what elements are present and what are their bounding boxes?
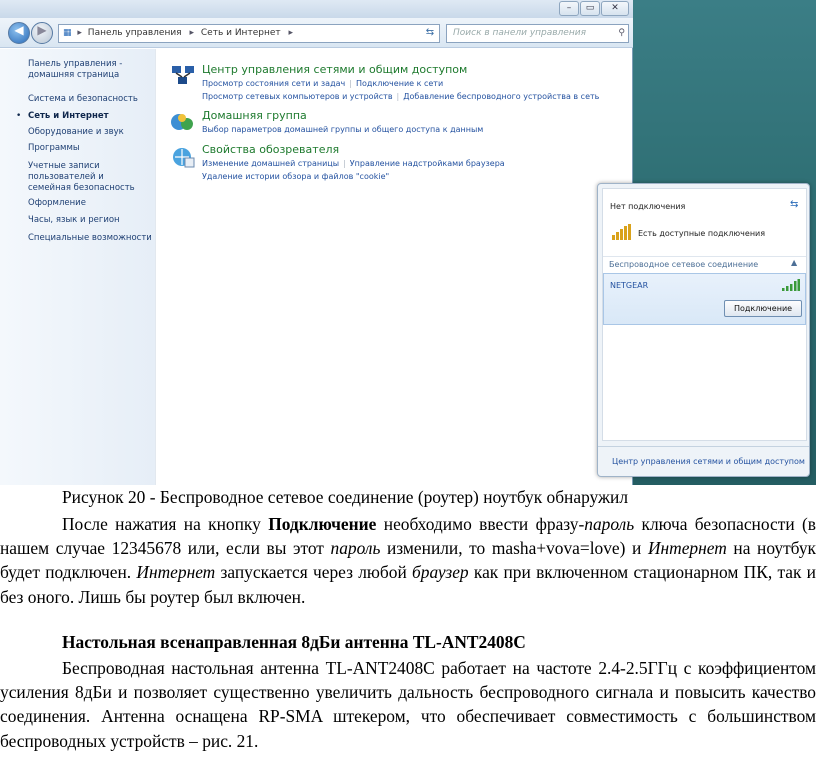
refresh-networks-icon[interactable]: ⇆ <box>790 199 798 210</box>
address-bar[interactable]: ▦ ▸ Панель управления ▸ Сеть и Интернет … <box>58 24 440 43</box>
content-pane: Центр управления сетями и общим доступом… <box>160 49 630 485</box>
sidebar-item-hardware[interactable]: Оборудование и звук <box>28 127 152 138</box>
sidebar-item-home[interactable]: Панель управления - домашняя страница <box>28 59 152 81</box>
minimize-icon[interactable]: – <box>559 1 579 16</box>
homegroup-icon <box>171 114 193 130</box>
paragraph-1-run: запускается через любой <box>215 562 413 583</box>
sidebar-item-accounts[interactable]: Учетные записи пользователей и семейная … <box>28 161 146 194</box>
paragraph-2: Беспроводная настольная антенна TL-ANT24… <box>0 656 816 753</box>
sidebar-item-security[interactable]: Система и безопасность <box>28 94 152 105</box>
active-bullet-icon: • <box>16 111 22 121</box>
network-center-icon <box>172 66 194 84</box>
paragraph-1: После нажатия на кнопку Подключение необ… <box>0 512 816 609</box>
link-manage-addons[interactable]: Управление надстройками браузера <box>350 159 505 168</box>
sidebar-item-appearance[interactable]: Оформление <box>28 198 152 209</box>
link-network-status[interactable]: Просмотр состояния сети и задач <box>202 79 345 88</box>
link-change-homepage[interactable]: Изменение домашней страницы <box>202 159 339 168</box>
figure-caption: Рисунок 20 - Беспроводное сетевое соедин… <box>62 487 629 507</box>
category-title-network-center[interactable]: Центр управления сетями и общим доступом <box>202 63 467 76</box>
search-input[interactable]: Поиск в панели управления ⚲ <box>446 24 629 43</box>
link-view-computers[interactable]: Просмотр сетевых компьютеров и устройств <box>202 92 393 101</box>
back-button[interactable]: ◀ <box>8 22 30 44</box>
paragraph-2-text: Беспроводная настольная антенна TL-ANT24… <box>0 658 816 751</box>
link-connect-network[interactable]: Подключение к сети <box>356 79 443 88</box>
paragraph-1-run: пароль <box>584 514 635 534</box>
section-header: Беспроводное сетевое соединение ▲ <box>603 256 806 270</box>
screenshot-figure: – ▭ ✕ ◀ ▶ ▦ ▸ Панель управления ▸ Сеть и… <box>0 0 816 485</box>
link-add-wireless-device[interactable]: Добавление беспроводного устройства в се… <box>403 92 599 101</box>
collapse-icon[interactable]: ▲ <box>791 258 797 267</box>
category-title-browser[interactable]: Свойства обозревателя <box>202 143 339 156</box>
network-item[interactable]: NETGEAR <box>603 273 806 325</box>
section-label: Беспроводное сетевое соединение <box>609 260 759 269</box>
wifi-signal-icon <box>782 279 800 291</box>
breadcrumb-network[interactable]: Сеть и Интернет <box>201 28 281 38</box>
available-connections: Есть доступные подключения <box>638 229 766 238</box>
category-title-homegroup[interactable]: Домашняя группа <box>202 109 307 122</box>
section-heading: Настольная всенаправленная 8дБи антенна … <box>62 632 526 652</box>
paragraph-1-run: пароль <box>330 538 381 559</box>
control-panel-icon: ▦ <box>63 28 72 38</box>
search-icon: ⚲ <box>618 28 625 38</box>
network-flyout: Нет подключения ⇆ Есть доступные подключ… <box>597 183 810 477</box>
flyout-body: Нет подключения ⇆ Есть доступные подключ… <box>602 188 807 441</box>
connect-button[interactable]: Подключение <box>724 300 802 317</box>
category-links-row: Удаление истории обзора и файлов "cookie… <box>202 172 389 181</box>
link-delete-history[interactable]: Удаление истории обзора и файлов "cookie… <box>202 172 389 181</box>
sidebar-item-accessibility[interactable]: Специальные возможности <box>28 233 152 244</box>
category-links-row: Изменение домашней страницы | Управление н… <box>202 159 505 168</box>
paragraph-1-run: После нажатия на кнопку <box>62 514 269 534</box>
link-network-center[interactable]: Центр управления сетями и общим доступом <box>612 457 805 466</box>
connection-status: Нет подключения <box>610 202 686 211</box>
window-titlebar: – ▭ ✕ <box>0 0 633 18</box>
paragraph-1-run: Интернет <box>647 538 727 559</box>
paragraph-1-run: Подключение <box>268 514 377 534</box>
navigation-bar: ◀ ▶ ▦ ▸ Панель управления ▸ Сеть и Интер… <box>0 18 633 48</box>
refresh-icon[interactable]: ⇆ <box>422 25 438 41</box>
paragraph-1-run: изменили, то masha+vova=love) и <box>380 538 648 559</box>
link-homegroup-options[interactable]: Выбор параметров домашней группы и общег… <box>202 125 483 134</box>
flyout-footer: Центр управления сетями и общим доступом <box>598 446 809 474</box>
network-name: NETGEAR <box>610 281 649 290</box>
maximize-icon[interactable]: ▭ <box>580 1 600 16</box>
breadcrumb-control-panel[interactable]: Панель управления <box>88 28 182 38</box>
category-links-row: Просмотр сетевых компьютеров и устройств… <box>202 92 600 101</box>
category-links-row: Выбор параметров домашней группы и общег… <box>202 125 483 134</box>
paragraph-1-run: Интернет <box>136 562 216 583</box>
sidebar: Панель управления - домашняя страница Си… <box>0 49 156 485</box>
forward-button[interactable]: ▶ <box>31 22 53 44</box>
sidebar-item-clock[interactable]: Часы, язык и регион <box>28 215 152 226</box>
control-panel-window: – ▭ ✕ ◀ ▶ ▦ ▸ Панель управления ▸ Сеть и… <box>0 0 633 485</box>
category-links-row: Просмотр состояния сети и задач | Подключе… <box>202 79 444 88</box>
signal-available-icon <box>612 224 631 240</box>
browser-properties-icon <box>173 148 195 168</box>
close-icon[interactable]: ✕ <box>601 1 629 16</box>
paragraph-1-run: необходимо ввести фразу- <box>376 514 585 534</box>
paragraph-1-run: браузер <box>412 562 469 583</box>
sidebar-item-network[interactable]: Сеть и Интернет <box>28 111 152 122</box>
sidebar-item-programs[interactable]: Программы <box>28 143 152 154</box>
